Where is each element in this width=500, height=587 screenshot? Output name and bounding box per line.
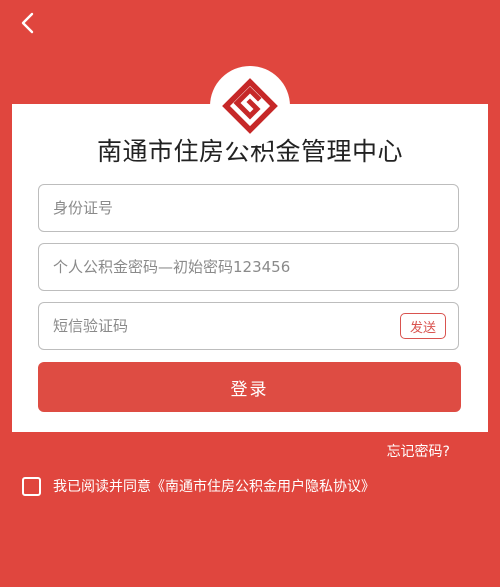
agreement-row: 我已阅读并同意《南通市住房公积金用户隐私协议》 [22, 476, 375, 496]
logo [210, 66, 290, 146]
chevron-left-icon [21, 12, 34, 34]
back-button[interactable] [10, 6, 44, 40]
password-input[interactable] [39, 244, 458, 290]
agreement-text[interactable]: 我已阅读并同意《南通市住房公积金用户隐私协议》 [53, 476, 375, 496]
login-card: 南通市住房公积金管理中心 发送 登录 [12, 104, 488, 432]
sms-code-input[interactable] [39, 303, 458, 349]
forgot-password-link[interactable]: 忘记密码? [387, 441, 450, 461]
id-number-input[interactable] [39, 185, 458, 231]
housing-fund-logo-icon [222, 78, 278, 134]
sms-code-field[interactable]: 发送 [38, 302, 459, 350]
password-field[interactable] [38, 243, 459, 291]
agreement-checkbox[interactable] [22, 476, 41, 496]
id-number-field[interactable] [38, 184, 459, 232]
send-code-button[interactable]: 发送 [400, 313, 446, 339]
login-button[interactable]: 登录 [38, 362, 461, 412]
